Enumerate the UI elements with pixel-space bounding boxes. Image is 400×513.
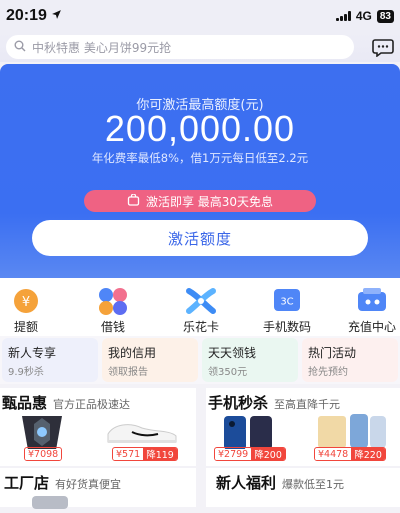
shortcut-new-user[interactable]: 新人专享 9.9秒杀 [2,338,98,382]
svg-text:3C: 3C [280,297,293,308]
message-button[interactable] [372,36,394,58]
deal-title: 新人福利 [216,474,277,492]
status-time-group: 20:19 [6,7,62,25]
service-label: 提额 [13,320,38,334]
shortcut-title: 我的信用 [108,346,157,360]
shortcut-cards: 新人专享 9.9秒杀 我的信用 领取报告 天天领钱 领350元 热门活动 抢先预… [0,336,400,384]
deal-header: 甄品惠 官方正品极速达 [2,392,130,413]
shortcut-sub: 领350元 [208,367,248,378]
discount: 降119 [143,448,177,460]
recharge-icon [355,286,389,316]
deal-header: 工厂店 有好货真便宜 [4,472,121,493]
service-recharge[interactable]: 充值中心 [340,286,400,335]
service-digital[interactable]: 3C 手机数码 [255,286,319,335]
location-arrow-icon [51,7,62,25]
battery-icon: 83 [376,9,394,23]
status-bar: 20:19 4G 83 [0,0,400,32]
status-time: 20:19 [6,7,47,24]
service-lehua-card[interactable]: 乐花卡 [169,286,233,335]
3c-icon: 3C [270,286,304,316]
shortcut-title: 新人专享 [8,346,57,360]
product-image-sneaker[interactable] [104,418,180,450]
product-image-watch[interactable] [30,494,70,513]
service-label: 借钱 [100,320,125,334]
chat-bubble-icon [372,39,394,57]
deal-title: 手机秒杀 [208,394,269,412]
gift-bag-icon [127,192,140,209]
new-user-benefit-card[interactable]: 新人福利 爆款低至1元 [206,468,400,507]
shortcut-sub: 9.9秒杀 [8,367,44,378]
price-tag: ¥4478 降220 [314,447,386,461]
deal-title: 甄品惠 [2,394,48,412]
credit-limit-amount: 200,000.00 [104,108,296,149]
shortcut-daily-cash[interactable]: 天天领钱 领350元 [202,338,298,382]
price-tag: ¥2799 降200 [214,447,286,461]
promo-badge: 激活即享 最高30天免息 [84,190,316,212]
shortcut-hot-events[interactable]: 热门活动 抢先预约 [302,338,398,382]
price-tag: ¥571 降119 [112,447,178,461]
price-tag: ¥7098 [24,447,63,461]
shortcut-my-credit[interactable]: 我的信用 领取报告 [102,338,198,382]
signal-icon [335,11,351,21]
deal-subtitle: 爆款低至1元 [282,478,345,491]
status-indicators: 4G 83 [335,9,394,23]
search-icon [14,40,26,55]
deal-subtitle: 有好货真便宜 [55,478,122,491]
shortcut-title: 天天领钱 [208,346,257,360]
price: ¥4478 [315,448,352,460]
shortcut-sub: 抢先预约 [308,367,348,378]
flower-card-icon [184,286,218,316]
price: ¥7098 [25,448,62,460]
discount: 降200 [251,448,285,460]
deal-header: 新人福利 爆款低至1元 [216,472,344,493]
deal-title: 工厂店 [4,474,50,492]
search-input[interactable]: 中秋特惠 美心月饼99元抢 [6,35,354,59]
search-placeholder: 中秋特惠 美心月饼99元抢 [32,40,172,55]
grid-icon [96,286,130,316]
deal-header: 手机秒杀 至高直降千元 [208,392,340,413]
shortcut-sub: 领取报告 [108,367,148,378]
deal-card-zhenpinhui[interactable]: 甄品惠 官方正品极速达 ¥7098 ¥571 降119 [0,388,196,466]
credit-limit-banner: 你可激活最高额度(元) 200,000.00 年化费率最低8%，借1万元每日低至… [0,64,400,278]
factory-store-card[interactable]: 工厂店 有好货真便宜 [0,468,196,509]
deal-subtitle: 至高直降千元 [274,398,341,411]
service-grid: ¥ 提额 借钱 乐花卡 3C 手机数码 充值中心 [0,278,400,338]
deal-subtitle: 官方正品极速达 [53,398,131,411]
promo-text: 激活即享 最高30天免息 [145,194,274,209]
rate-note: 年化费率最低8%，借1万元每日低至2.2元 [91,151,309,165]
service-raise-limit[interactable]: ¥ 提额 [0,286,58,335]
service-label: 充值中心 [347,320,396,334]
price: ¥2799 [215,448,252,460]
network-type: 4G [355,9,372,23]
shortcut-title: 热门活动 [308,346,357,360]
bottom-section: 工厂店 有好货真便宜 新人福利 爆款低至1元 [0,468,400,509]
service-label: 手机数码 [262,320,311,334]
price: ¥571 [113,448,144,460]
yen-coin-icon: ¥ [9,286,43,316]
deal-card-phone-flash-sale[interactable]: 手机秒杀 至高直降千元 ¥2799 降200 ¥4478 降220 [206,388,400,466]
service-borrow[interactable]: 借钱 [81,286,145,335]
discount: 降220 [351,448,385,460]
svg-text:¥: ¥ [22,295,30,310]
service-label: 乐花卡 [182,320,219,334]
search-row: 中秋特惠 美心月饼99元抢 [0,32,400,62]
deals-section: 甄品惠 官方正品极速达 ¥7098 ¥571 降119 手机秒杀 至高直降千元 … [0,388,400,466]
activate-credit-button[interactable]: 激活额度 [32,220,368,256]
